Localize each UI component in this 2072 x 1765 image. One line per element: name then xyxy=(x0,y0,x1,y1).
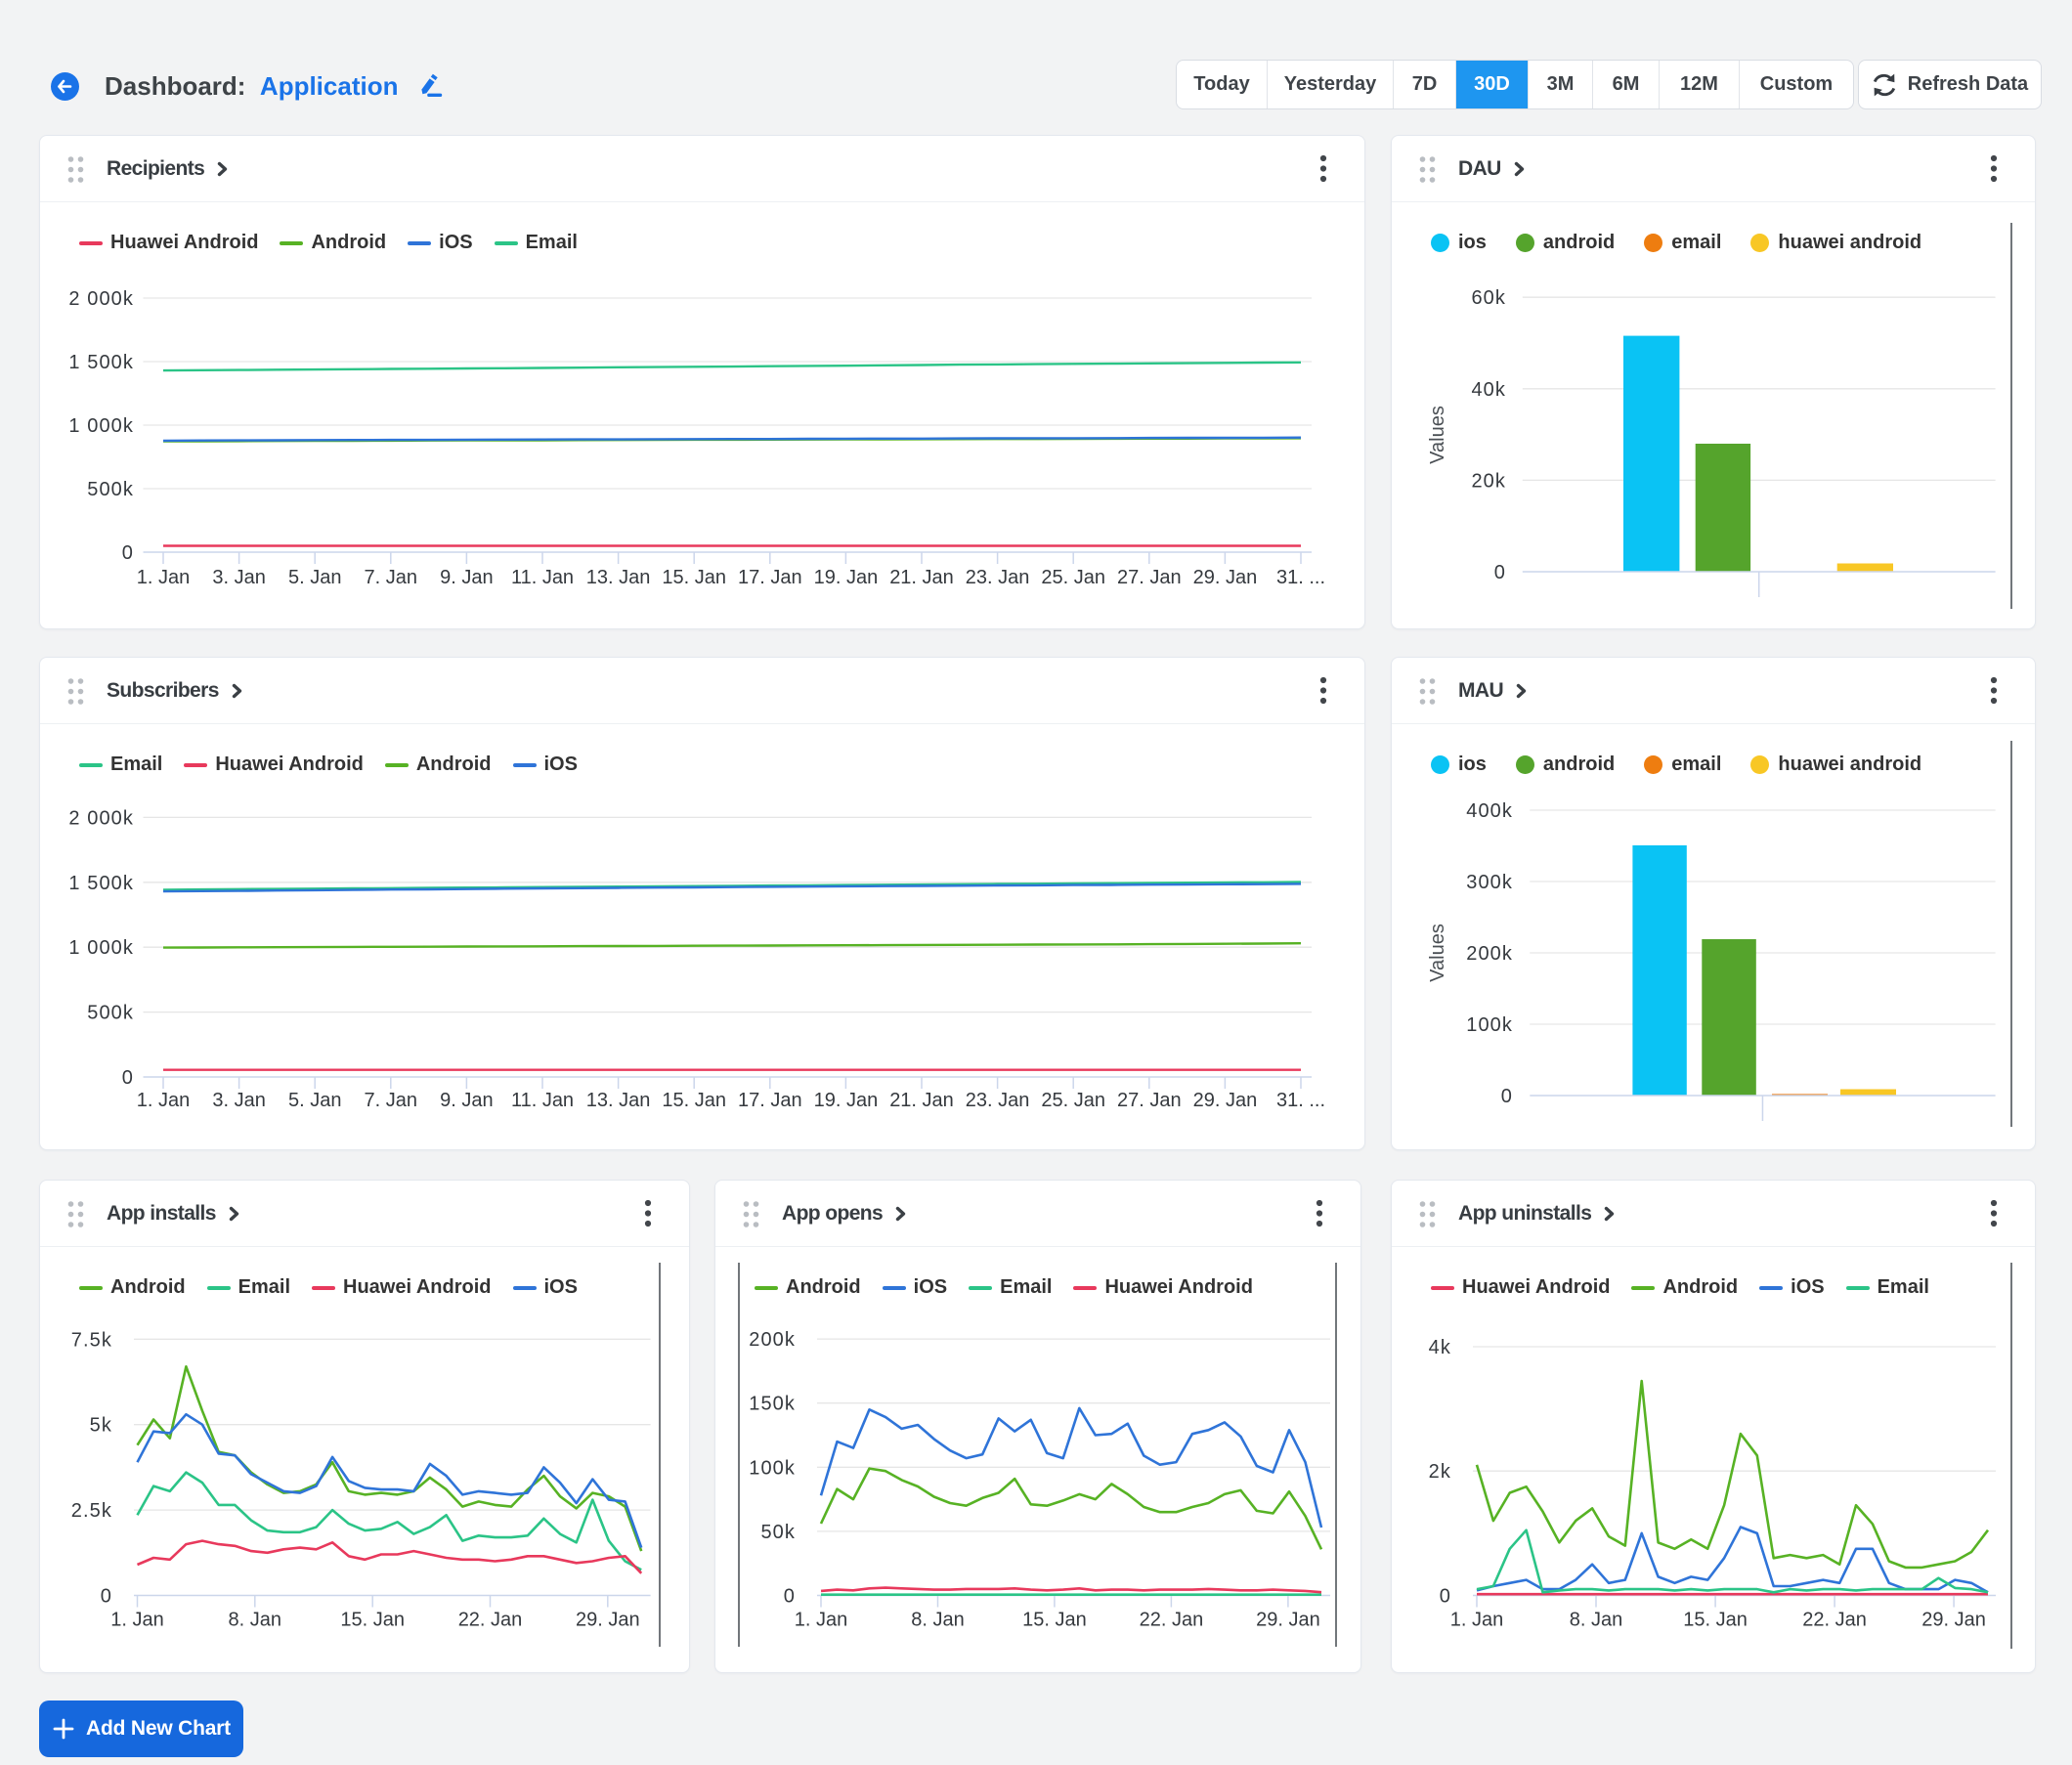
svg-text:17. Jan: 17. Jan xyxy=(738,567,802,588)
svg-text:0: 0 xyxy=(122,1067,134,1089)
svg-text:17. Jan: 17. Jan xyxy=(738,1090,802,1111)
svg-text:0: 0 xyxy=(1494,562,1506,583)
svg-text:21. Jan: 21. Jan xyxy=(889,567,954,588)
svg-text:19. Jan: 19. Jan xyxy=(814,567,879,588)
svg-text:31. ...: 31. ... xyxy=(1276,567,1325,588)
svg-text:23. Jan: 23. Jan xyxy=(966,567,1030,588)
svg-text:200k: 200k xyxy=(749,1329,796,1351)
svg-text:Values: Values xyxy=(1427,924,1448,982)
svg-text:22. Jan: 22. Jan xyxy=(1140,1610,1204,1631)
svg-text:500k: 500k xyxy=(87,1003,134,1024)
svg-text:31. ...: 31. ... xyxy=(1276,1090,1325,1111)
svg-text:15. Jan: 15. Jan xyxy=(340,1610,405,1631)
svg-text:15. Jan: 15. Jan xyxy=(662,1090,726,1111)
svg-text:13. Jan: 13. Jan xyxy=(586,1090,651,1111)
svg-text:7. Jan: 7. Jan xyxy=(365,567,417,588)
svg-text:29. Jan: 29. Jan xyxy=(1921,1610,1986,1631)
svg-text:100k: 100k xyxy=(749,1457,796,1479)
svg-text:0: 0 xyxy=(122,542,134,564)
svg-text:40k: 40k xyxy=(1471,379,1506,401)
svg-text:400k: 400k xyxy=(1466,800,1513,822)
svg-text:100k: 100k xyxy=(1466,1014,1513,1036)
svg-text:29. Jan: 29. Jan xyxy=(1256,1610,1320,1631)
svg-text:21. Jan: 21. Jan xyxy=(889,1090,954,1111)
svg-text:0: 0 xyxy=(1501,1086,1513,1107)
svg-text:29. Jan: 29. Jan xyxy=(1193,567,1258,588)
svg-text:5k: 5k xyxy=(90,1415,112,1437)
svg-text:0: 0 xyxy=(784,1586,796,1608)
svg-text:19. Jan: 19. Jan xyxy=(814,1090,879,1111)
svg-text:500k: 500k xyxy=(87,479,134,500)
svg-text:2 000k: 2 000k xyxy=(68,807,134,829)
svg-text:50k: 50k xyxy=(760,1522,796,1543)
svg-text:27. Jan: 27. Jan xyxy=(1117,567,1182,588)
svg-text:9. Jan: 9. Jan xyxy=(440,567,493,588)
svg-text:4k: 4k xyxy=(1429,1337,1451,1358)
svg-text:15. Jan: 15. Jan xyxy=(662,567,726,588)
svg-text:1. Jan: 1. Jan xyxy=(137,567,190,588)
svg-text:25. Jan: 25. Jan xyxy=(1041,567,1105,588)
svg-text:3. Jan: 3. Jan xyxy=(212,1090,265,1111)
svg-text:1. Jan: 1. Jan xyxy=(795,1610,847,1631)
svg-text:150k: 150k xyxy=(749,1394,796,1415)
svg-text:11. Jan: 11. Jan xyxy=(511,567,574,588)
svg-text:5. Jan: 5. Jan xyxy=(288,1090,341,1111)
svg-text:1 500k: 1 500k xyxy=(68,873,134,894)
svg-text:7. Jan: 7. Jan xyxy=(365,1090,417,1111)
svg-text:15. Jan: 15. Jan xyxy=(1022,1610,1087,1631)
svg-text:9. Jan: 9. Jan xyxy=(440,1090,493,1111)
svg-text:11. Jan: 11. Jan xyxy=(511,1090,574,1111)
svg-text:300k: 300k xyxy=(1466,872,1513,893)
svg-text:1. Jan: 1. Jan xyxy=(110,1610,163,1631)
svg-text:1 500k: 1 500k xyxy=(68,352,134,373)
svg-text:7.5k: 7.5k xyxy=(71,1329,112,1351)
svg-text:15. Jan: 15. Jan xyxy=(1683,1610,1748,1631)
svg-text:1. Jan: 1. Jan xyxy=(1450,1610,1503,1631)
svg-text:Values: Values xyxy=(1427,406,1448,464)
svg-text:0: 0 xyxy=(101,1586,112,1608)
svg-text:1 000k: 1 000k xyxy=(68,415,134,437)
svg-text:22. Jan: 22. Jan xyxy=(458,1610,523,1631)
svg-text:29. Jan: 29. Jan xyxy=(576,1610,640,1631)
svg-text:8. Jan: 8. Jan xyxy=(229,1610,281,1631)
svg-text:8. Jan: 8. Jan xyxy=(1570,1610,1622,1631)
svg-text:8. Jan: 8. Jan xyxy=(911,1610,964,1631)
svg-text:22. Jan: 22. Jan xyxy=(1802,1610,1867,1631)
svg-text:2k: 2k xyxy=(1429,1461,1451,1483)
svg-text:29. Jan: 29. Jan xyxy=(1193,1090,1258,1111)
svg-text:2 000k: 2 000k xyxy=(68,288,134,310)
svg-text:60k: 60k xyxy=(1471,287,1506,309)
svg-text:5. Jan: 5. Jan xyxy=(288,567,341,588)
svg-text:23. Jan: 23. Jan xyxy=(966,1090,1030,1111)
svg-text:200k: 200k xyxy=(1466,943,1513,965)
svg-text:1. Jan: 1. Jan xyxy=(137,1090,190,1111)
svg-text:27. Jan: 27. Jan xyxy=(1117,1090,1182,1111)
svg-text:3. Jan: 3. Jan xyxy=(212,567,265,588)
svg-text:13. Jan: 13. Jan xyxy=(586,567,651,588)
svg-text:0: 0 xyxy=(1440,1586,1451,1608)
svg-text:20k: 20k xyxy=(1471,470,1506,492)
svg-text:1 000k: 1 000k xyxy=(68,937,134,959)
svg-text:25. Jan: 25. Jan xyxy=(1041,1090,1105,1111)
svg-text:2.5k: 2.5k xyxy=(71,1500,112,1522)
